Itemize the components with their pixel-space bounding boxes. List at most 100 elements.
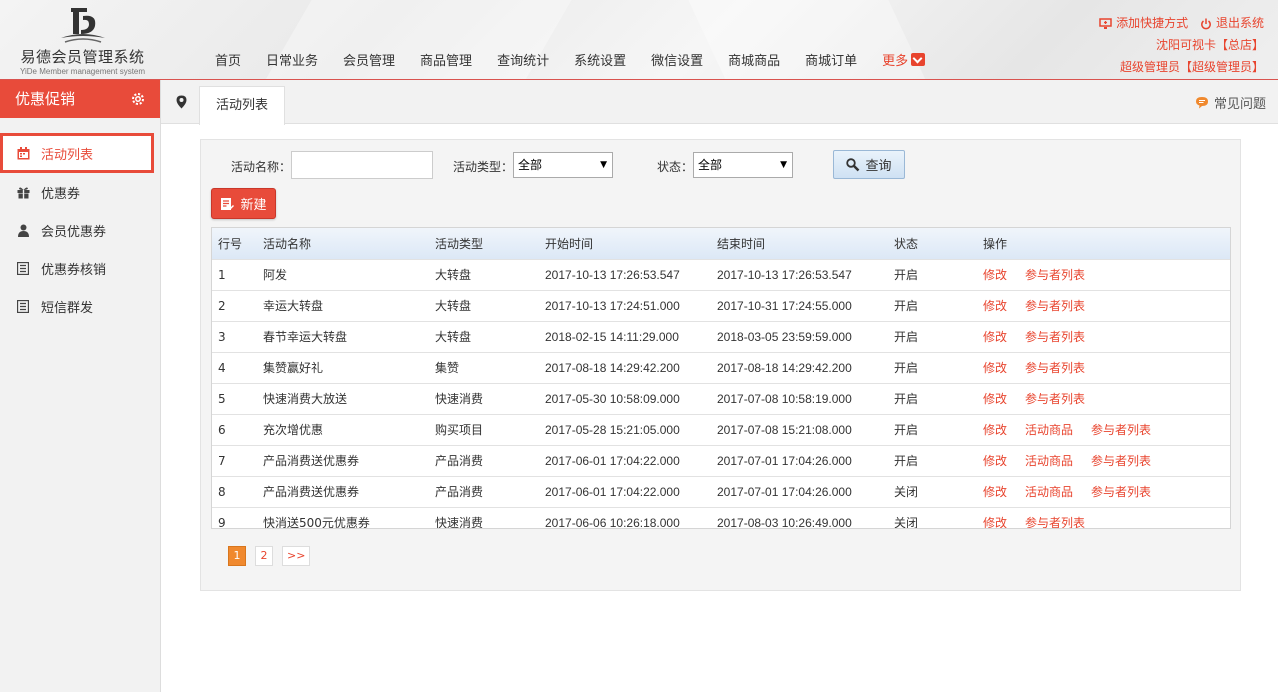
search-icon	[846, 157, 860, 171]
column-header: 开始时间	[545, 236, 594, 251]
row-number: 8	[218, 484, 226, 499]
sidebar-item-coupons[interactable]: 优惠券	[0, 173, 160, 211]
actions-cell: 修改 活动商品 参与者列表	[983, 476, 1230, 507]
participants-link[interactable]: 参与者列表	[1025, 268, 1085, 282]
column-header: 行号	[218, 236, 243, 251]
logout-label: 退出系统	[1215, 16, 1264, 30]
participants-link[interactable]: 参与者列表	[1025, 299, 1085, 313]
activity-type-cell: 购买项目	[435, 423, 484, 437]
start-time-cell: 2017-06-01 17:04:22.000	[545, 453, 680, 468]
activity-name-cell: 快消送500元优惠券	[263, 516, 370, 529]
end-time-cell: 2018-03-05 23:59:59.000	[717, 329, 852, 344]
page-2-button[interactable]: 2	[255, 546, 273, 566]
tab-activity-list[interactable]: 活动列表	[199, 86, 285, 125]
nav-member-management[interactable]: 会员管理	[343, 50, 395, 69]
column-header: 活动类型	[435, 236, 484, 251]
edit-link[interactable]: 修改	[983, 330, 1007, 344]
nav-mall-orders[interactable]: 商城订单	[805, 50, 857, 69]
nav-mall-products[interactable]: 商城商品	[728, 50, 780, 69]
table-row: 2 幸运大转盘 大转盘 2017-10-13 17:24:51.000 2017-10-…	[212, 290, 1230, 321]
edit-link[interactable]: 修改	[983, 299, 1007, 313]
add-shortcut-link[interactable]: 添加快捷方式	[1099, 16, 1192, 30]
participants-link[interactable]: 参与者列表	[1025, 330, 1085, 344]
list-icon	[16, 261, 30, 275]
sidebar-item-sms-broadcast[interactable]: 短信群发	[0, 287, 160, 325]
edit-link[interactable]: 修改	[983, 516, 1007, 528]
participants-link[interactable]: 参与者列表	[1091, 423, 1151, 437]
query-button[interactable]: 查询	[833, 150, 905, 179]
gift-icon	[16, 185, 30, 199]
activity-type-select[interactable]: 全部 ▼	[513, 152, 613, 178]
status-cell: 开启	[894, 454, 919, 468]
activity-type-cell: 大转盘	[435, 268, 472, 282]
row-number: 4	[218, 360, 226, 375]
next-page-button[interactable]: >>	[282, 546, 310, 566]
gear-icon[interactable]	[130, 91, 146, 107]
activity-type-cell: 集赞	[435, 361, 460, 375]
nav-system-settings[interactable]: 系统设置	[574, 50, 626, 69]
activity-products-link[interactable]: 活动商品	[1025, 485, 1073, 499]
row-number: 7	[218, 453, 226, 468]
edit-link[interactable]: 修改	[983, 268, 1007, 282]
edit-link[interactable]: 修改	[983, 454, 1007, 468]
nav-product-management[interactable]: 商品管理	[420, 50, 472, 69]
end-time-cell: 2017-08-03 10:26:49.000	[717, 515, 852, 529]
new-activity-button[interactable]: 新建	[211, 188, 276, 219]
participants-link[interactable]: 参与者列表	[1025, 361, 1085, 375]
query-button-label: 查询	[865, 159, 892, 174]
edit-link[interactable]: 修改	[983, 485, 1007, 499]
edit-link[interactable]: 修改	[983, 361, 1007, 375]
row-number: 1	[218, 267, 226, 282]
row-number: 6	[218, 422, 226, 437]
column-header: 结束时间	[717, 236, 766, 251]
actions-cell: 修改 活动商品 参与者列表	[983, 414, 1230, 445]
activity-products-link[interactable]: 活动商品	[1025, 423, 1073, 437]
actions-cell: 修改 参与者列表	[983, 383, 1230, 414]
edit-link[interactable]: 修改	[983, 423, 1007, 437]
faq-link[interactable]: 常见问题	[1195, 93, 1266, 112]
activity-name-cell: 产品消费送优惠券	[263, 454, 360, 468]
table-row: 3 春节幸运大转盘 大转盘 2018-02-15 14:11:29.000 2018-0…	[212, 321, 1230, 352]
end-time-cell: 2017-07-08 15:21:08.000	[717, 422, 852, 437]
nav-daily-business[interactable]: 日常业务	[266, 50, 318, 69]
logo[interactable]: 易德会员管理系统 YiDe Member management system	[10, 4, 155, 76]
activity-name-label: 活动名称：	[231, 160, 292, 174]
activity-table: 行号 活动名称 活动类型 开始时间 结束时间 状态 操作 1 阿发 大转盘 2017-…	[211, 227, 1231, 529]
actions-cell: 修改 参与者列表	[983, 290, 1230, 321]
status-select[interactable]: 全部 ▼	[693, 152, 793, 178]
page-1-button[interactable]: 1	[228, 546, 246, 566]
activity-type-cell: 产品消费	[435, 454, 484, 468]
user-icon	[16, 223, 30, 237]
row-number: 3	[218, 329, 226, 344]
nav-wechat-settings[interactable]: 微信设置	[651, 50, 703, 69]
filter-bar: 活动名称： 活动类型： 全部 ▼ 状态： 全部 ▼ 查询	[201, 150, 1240, 180]
sidebar-item-label: 短信群发	[41, 300, 94, 316]
sidebar-item-activity-list[interactable]: 活动列表	[0, 133, 154, 173]
participants-link[interactable]: 参与者列表	[1091, 485, 1151, 499]
logout-link[interactable]: 退出系统	[1200, 16, 1264, 30]
row-number: 2	[218, 298, 226, 313]
chat-bubble-icon	[1195, 97, 1208, 109]
sidebar-item-member-coupons[interactable]: 会员优惠券	[0, 211, 160, 249]
participants-link[interactable]: 参与者列表	[1091, 454, 1151, 468]
row-number: 5	[218, 391, 226, 406]
power-icon	[1201, 18, 1211, 29]
nav-more[interactable]: 更多	[882, 50, 926, 69]
sidebar-item-coupon-redeem[interactable]: 优惠券核销	[0, 249, 160, 287]
status-cell: 开启	[894, 299, 919, 313]
start-time-cell: 2017-05-30 10:58:09.000	[545, 391, 680, 406]
column-header: 活动名称	[263, 236, 312, 251]
calendar-icon	[16, 146, 30, 160]
activity-name-input[interactable]	[291, 151, 433, 179]
participants-link[interactable]: 参与者列表	[1025, 516, 1085, 528]
activity-products-link[interactable]: 活动商品	[1025, 454, 1073, 468]
nav-query-statistics[interactable]: 查询统计	[497, 50, 549, 69]
nav-home[interactable]: 首页	[215, 50, 241, 69]
table-row: 6 充次增优惠 购买项目 2017-05-28 15:21:05.000 2017-07…	[212, 414, 1230, 445]
actions-cell: 修改 参与者列表	[983, 259, 1230, 290]
table-row: 9 快消送500元优惠券 快速消费 2017-06-06 10:26:18.000 20…	[212, 507, 1230, 529]
end-time-cell: 2017-08-18 14:29:42.200	[717, 360, 852, 375]
tab-bar: 活动列表 常见问题	[161, 80, 1278, 125]
edit-link[interactable]: 修改	[983, 392, 1007, 406]
participants-link[interactable]: 参与者列表	[1025, 392, 1085, 406]
